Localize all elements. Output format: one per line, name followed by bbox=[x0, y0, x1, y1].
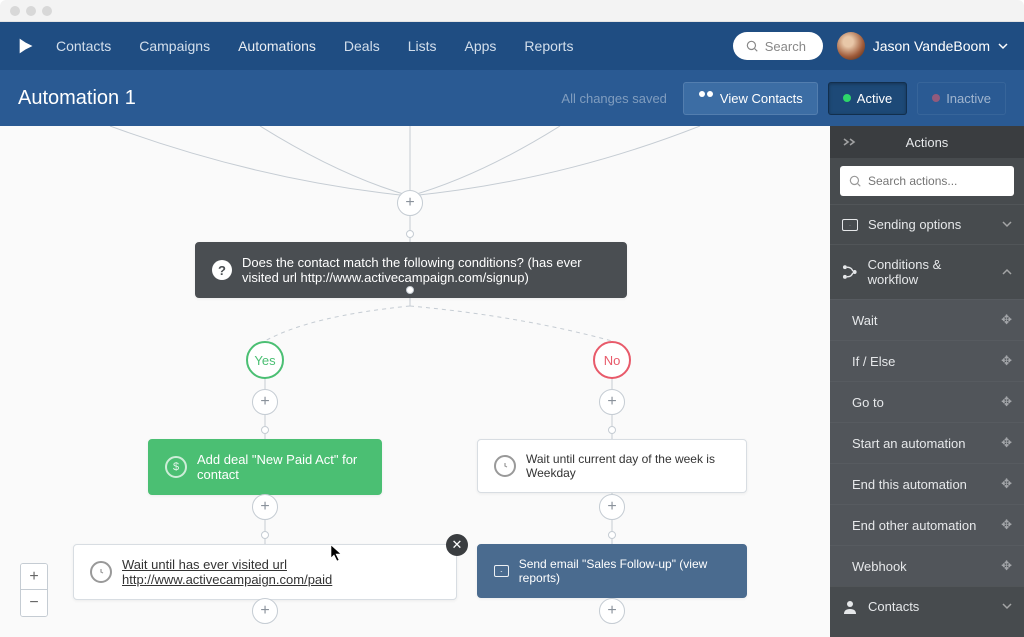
sidebar-search-wrap bbox=[830, 158, 1024, 204]
add-step-button[interactable]: + bbox=[252, 494, 278, 520]
status-dot-red bbox=[932, 94, 940, 102]
add-step-button[interactable]: + bbox=[252, 598, 278, 624]
connector-dot bbox=[406, 286, 414, 294]
section-conditions: Conditions & workflow Wait✥ If / Else✥ G… bbox=[830, 244, 1024, 586]
chevron-up-icon bbox=[1002, 265, 1012, 280]
section-contacts-header[interactable]: Contacts bbox=[830, 587, 1024, 626]
grip-icon: ✥ bbox=[1001, 517, 1012, 533]
canvas-area[interactable]: + ? Does the contact match the following… bbox=[0, 126, 830, 637]
grip-icon: ✥ bbox=[1001, 353, 1012, 369]
conditions-items: Wait✥ If / Else✥ Go to✥ Start an automat… bbox=[830, 299, 1024, 586]
add-step-button[interactable]: + bbox=[599, 598, 625, 624]
grip-icon: ✥ bbox=[1001, 394, 1012, 410]
nav-lists[interactable]: Lists bbox=[408, 38, 437, 54]
grip-icon: ✥ bbox=[1001, 476, 1012, 492]
people-icon bbox=[698, 91, 714, 105]
zoom-controls: + − bbox=[20, 563, 48, 617]
action-go-to[interactable]: Go to✥ bbox=[830, 381, 1024, 422]
chrome-dot bbox=[10, 6, 20, 16]
connector-dot bbox=[608, 426, 616, 434]
grip-icon: ✥ bbox=[1001, 435, 1012, 451]
wait-weekday-node[interactable]: Wait until current day of the week is We… bbox=[477, 439, 747, 493]
zoom-in-button[interactable]: + bbox=[21, 564, 47, 590]
envelope-icon bbox=[842, 219, 858, 231]
connector-dot bbox=[261, 531, 269, 539]
sidebar-header: Actions bbox=[830, 126, 1024, 158]
save-status: All changes saved bbox=[561, 91, 667, 106]
action-start-automation[interactable]: Start an automation✥ bbox=[830, 422, 1024, 463]
action-wait[interactable]: Wait✥ bbox=[830, 299, 1024, 340]
section-conditions-header[interactable]: Conditions & workflow bbox=[830, 245, 1024, 299]
actions-search-input[interactable] bbox=[840, 166, 1014, 196]
action-webhook[interactable]: Webhook✥ bbox=[830, 545, 1024, 586]
action-end-other-automation[interactable]: End other automation✥ bbox=[830, 504, 1024, 545]
grip-icon: ✥ bbox=[1001, 558, 1012, 574]
add-step-button[interactable]: + bbox=[599, 389, 625, 415]
branch-icon bbox=[842, 264, 858, 280]
status-inactive-button[interactable]: Inactive bbox=[917, 82, 1006, 115]
nav-reports[interactable]: Reports bbox=[524, 38, 573, 54]
chevron-down-icon bbox=[998, 41, 1008, 51]
nav-apps[interactable]: Apps bbox=[465, 38, 497, 54]
send-email-node[interactable]: Send email "Sales Follow-up" (view repor… bbox=[477, 544, 747, 598]
user-menu[interactable]: Jason VandeBoom bbox=[837, 32, 1008, 60]
global-search[interactable]: Search bbox=[733, 32, 823, 60]
chevron-down-icon bbox=[1002, 599, 1012, 614]
nav-automations[interactable]: Automations bbox=[238, 38, 316, 54]
person-icon bbox=[842, 600, 858, 614]
clock-icon bbox=[90, 561, 112, 583]
delete-node-button[interactable]: ✕ bbox=[446, 534, 468, 556]
clock-icon bbox=[494, 455, 516, 477]
wait-visited-node[interactable]: Wait until has ever visited url http://w… bbox=[73, 544, 457, 600]
chevron-down-icon bbox=[1002, 217, 1012, 232]
connector-dot bbox=[406, 230, 414, 238]
view-contacts-button[interactable]: View Contacts bbox=[683, 82, 818, 115]
search-icon bbox=[745, 39, 759, 53]
connector-dot bbox=[608, 531, 616, 539]
branch-yes[interactable]: Yes bbox=[246, 341, 284, 379]
condition-text: Does the contact match the following con… bbox=[242, 255, 610, 285]
grip-icon: ✥ bbox=[1001, 312, 1012, 328]
browser-chrome bbox=[0, 0, 1024, 22]
nav-items: Contacts Campaigns Automations Deals Lis… bbox=[56, 38, 573, 54]
question-icon: ? bbox=[212, 260, 232, 280]
connector-dot bbox=[261, 426, 269, 434]
nav-deals[interactable]: Deals bbox=[344, 38, 380, 54]
chrome-dot bbox=[42, 6, 52, 16]
actions-sidebar: Actions Sending options Conditions & wor… bbox=[830, 126, 1024, 637]
top-nav: Contacts Campaigns Automations Deals Lis… bbox=[0, 22, 1024, 70]
nav-campaigns[interactable]: Campaigns bbox=[139, 38, 210, 54]
automation-title[interactable]: Automation 1 bbox=[18, 87, 136, 110]
action-end-this-automation[interactable]: End this automation✥ bbox=[830, 463, 1024, 504]
add-deal-node[interactable]: $ Add deal "New Paid Act" for contact bbox=[148, 439, 382, 495]
logo[interactable] bbox=[16, 35, 38, 57]
status-active-button[interactable]: Active bbox=[828, 82, 907, 115]
nav-contacts[interactable]: Contacts bbox=[56, 38, 111, 54]
zoom-out-button[interactable]: − bbox=[21, 590, 47, 616]
avatar bbox=[837, 32, 865, 60]
branch-no[interactable]: No bbox=[593, 341, 631, 379]
action-if-else[interactable]: If / Else✥ bbox=[830, 340, 1024, 381]
sidebar-collapse-button[interactable] bbox=[842, 135, 856, 150]
envelope-icon bbox=[494, 565, 509, 577]
add-step-button[interactable]: + bbox=[252, 389, 278, 415]
add-step-button[interactable]: + bbox=[397, 190, 423, 216]
section-sending: Sending options bbox=[830, 204, 1024, 244]
add-step-button[interactable]: + bbox=[599, 494, 625, 520]
sub-header: Automation 1 All changes saved View Cont… bbox=[0, 70, 1024, 126]
dollar-icon: $ bbox=[165, 456, 187, 478]
section-sending-header[interactable]: Sending options bbox=[830, 205, 1024, 244]
section-contacts: Contacts bbox=[830, 586, 1024, 626]
user-name: Jason VandeBoom bbox=[873, 38, 990, 54]
sidebar-title: Actions bbox=[830, 135, 1024, 150]
chrome-dot bbox=[26, 6, 36, 16]
search-placeholder: Search bbox=[765, 39, 806, 54]
status-dot-green bbox=[843, 94, 851, 102]
